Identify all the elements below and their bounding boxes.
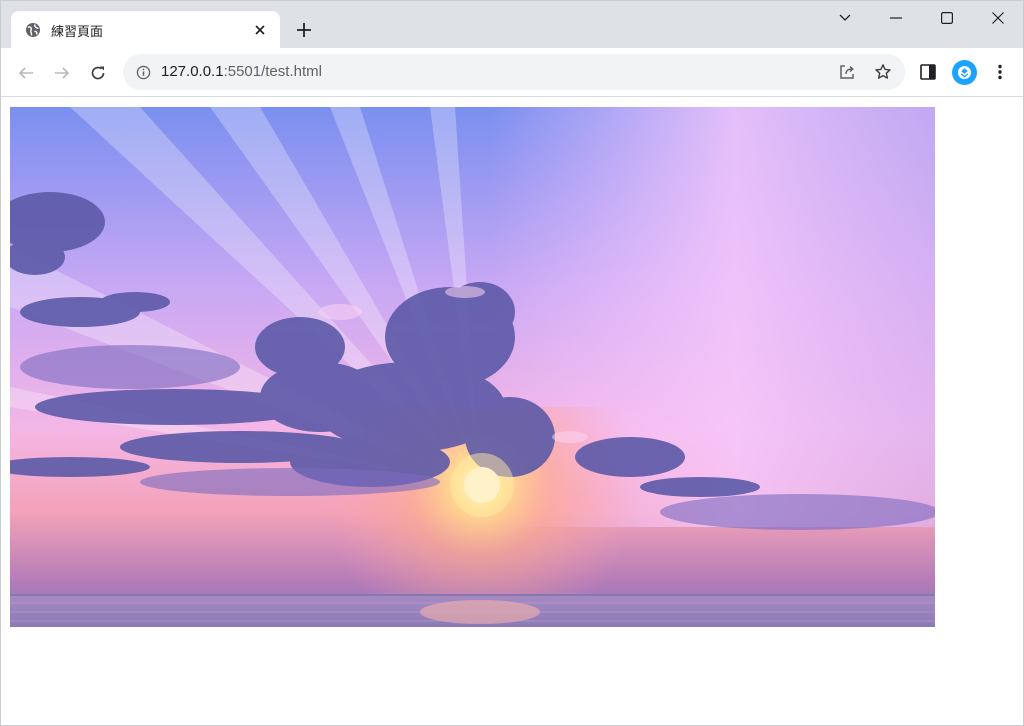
maximize-icon[interactable] [923,1,971,35]
url-text: 127.0.0.1:5501/test.html [161,63,322,80]
reload-icon[interactable] [85,60,111,86]
tab-strip: 練習頁面 [1,1,1023,49]
browser-window: 練習頁面 127.0.0.1:5501/test.html [0,0,1024,726]
share-icon[interactable] [837,62,857,82]
info-icon[interactable] [135,64,151,80]
side-panel-icon[interactable] [918,62,938,82]
plus-icon[interactable] [293,19,315,41]
globe-icon [25,22,41,38]
extension-icon[interactable] [952,60,977,85]
chevron-down-icon[interactable] [821,1,869,35]
toolbar: 127.0.0.1:5501/test.html [1,48,1023,97]
arrow-left-icon[interactable] [13,60,39,86]
address-bar[interactable]: 127.0.0.1:5501/test.html [123,54,905,90]
star-icon[interactable] [873,62,893,82]
page-content [1,98,1023,725]
sunset-photo [10,107,935,627]
kebab-menu-icon[interactable] [990,62,1010,82]
tab-title: 練習頁面 [51,23,104,39]
arrow-right-icon[interactable] [49,60,75,86]
minimize-icon[interactable] [872,1,920,35]
close-icon[interactable] [250,20,270,40]
url-host: 127.0.0.1 [161,63,224,80]
tab-active[interactable]: 練習頁面 [11,11,280,49]
url-path: :5501/test.html [223,63,322,80]
close-window-icon[interactable] [974,1,1022,35]
